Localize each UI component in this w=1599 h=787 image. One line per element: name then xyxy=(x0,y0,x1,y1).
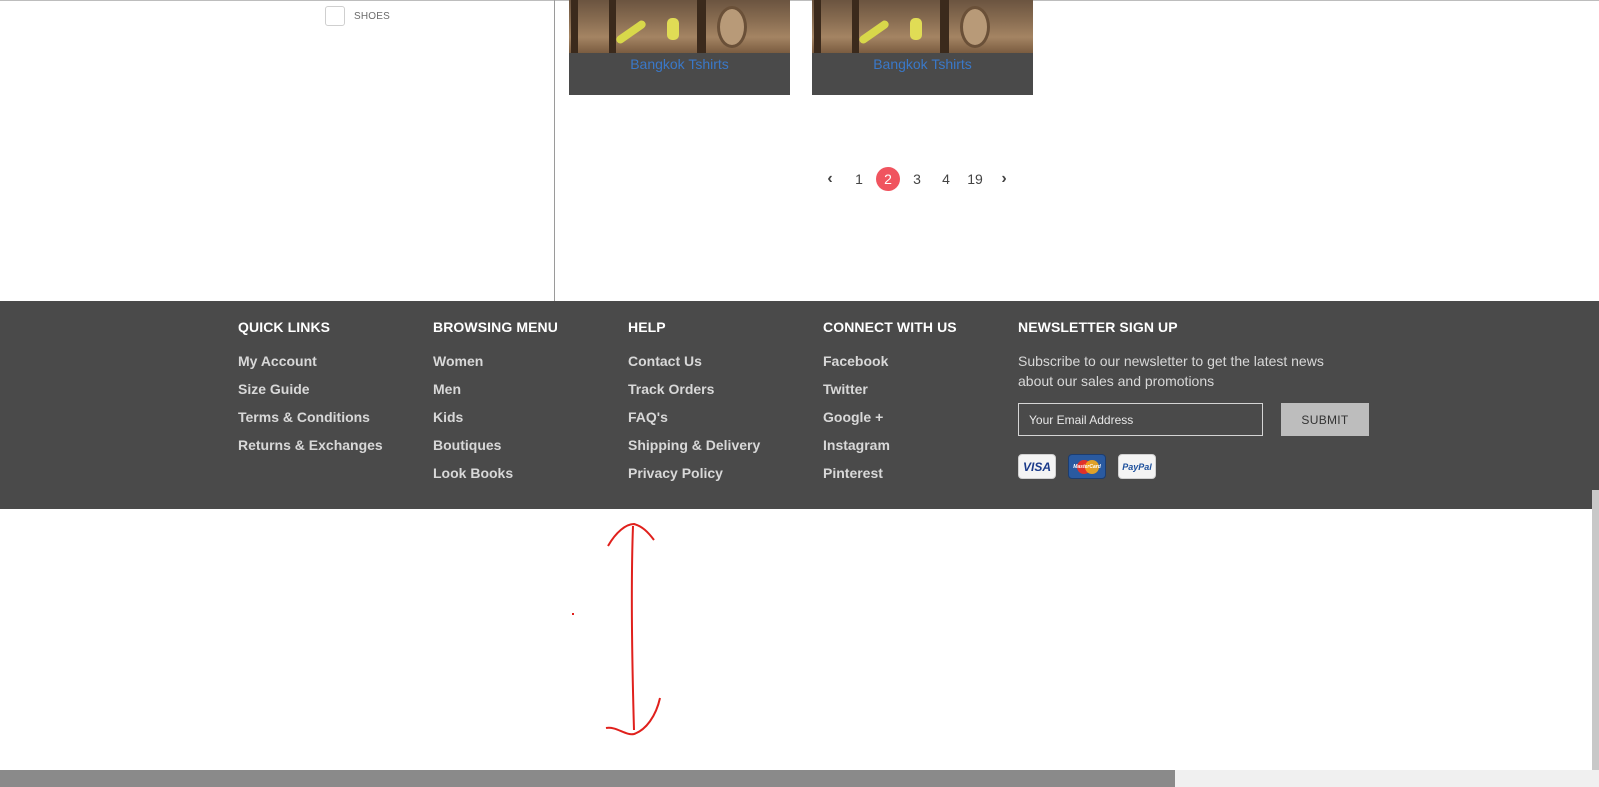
footer-browsing-menu: BROWSING MENU Women Men Kids Boutiques L… xyxy=(433,319,558,491)
footer-link-returns[interactable]: Returns & Exchanges xyxy=(238,435,383,463)
chevron-left-icon[interactable]: ‹ xyxy=(818,167,842,191)
footer-link-privacy[interactable]: Privacy Policy xyxy=(628,463,760,491)
product-card[interactable]: Bangkok Tshirts xyxy=(812,0,1033,95)
email-input[interactable] xyxy=(1018,403,1263,436)
filter-option-shoes[interactable]: SHOES xyxy=(325,6,390,26)
footer-link-google-plus[interactable]: Google + xyxy=(823,407,957,435)
payment-methods: VISA MasterCard PayPal xyxy=(1018,454,1369,479)
footer-link-facebook[interactable]: Facebook xyxy=(823,351,957,379)
footer-link-women[interactable]: Women xyxy=(433,351,558,379)
paypal-icon: PayPal xyxy=(1118,454,1156,479)
footer-heading: QUICK LINKS xyxy=(238,319,331,335)
footer-link-size-guide[interactable]: Size Guide xyxy=(238,379,383,407)
horizontal-scrollbar[interactable] xyxy=(0,770,1599,787)
site-footer: QUICK LINKS My Account Size Guide Terms … xyxy=(0,301,1599,509)
footer-link-shipping[interactable]: Shipping & Delivery xyxy=(628,435,760,463)
sidebar-divider xyxy=(554,0,555,301)
footer-heading: CONNECT WITH US xyxy=(823,319,957,335)
product-title[interactable]: Bangkok Tshirts xyxy=(569,56,790,72)
page-link-19[interactable]: 19 xyxy=(963,167,987,191)
double-headed-arrow-icon xyxy=(605,522,661,736)
footer-link-contact-us[interactable]: Contact Us xyxy=(628,351,760,379)
arrow-shaft xyxy=(630,525,635,731)
footer-heading: NEWSLETTER SIGN UP xyxy=(1018,319,1178,335)
footer-link-terms[interactable]: Terms & Conditions xyxy=(238,407,383,435)
footer-link-pinterest[interactable]: Pinterest xyxy=(823,463,957,491)
horizontal-scrollbar-thumb[interactable] xyxy=(0,770,1175,787)
footer-heading: HELP xyxy=(628,319,666,335)
newsletter-description: Subscribe to our newsletter to get the l… xyxy=(1018,353,1324,389)
pagination: ‹ 1 2 3 4 19 › xyxy=(818,167,1021,191)
footer-link-look-books[interactable]: Look Books xyxy=(433,463,558,491)
footer-link-track-orders[interactable]: Track Orders xyxy=(628,379,760,407)
footer-link-twitter[interactable]: Twitter xyxy=(823,379,957,407)
visa-icon: VISA xyxy=(1018,454,1056,479)
footer-connect: CONNECT WITH US Facebook Twitter Google … xyxy=(823,319,957,491)
newsletter-form: SUBMIT xyxy=(1018,403,1369,436)
mastercard-label: MasterCard xyxy=(1073,463,1101,470)
top-divider xyxy=(0,0,1599,1)
mastercard-icon: MasterCard xyxy=(1068,454,1106,479)
footer-link-faqs[interactable]: FAQ's xyxy=(628,407,760,435)
product-image[interactable] xyxy=(812,0,1033,53)
arrow-head-top xyxy=(607,522,655,547)
page-link-1[interactable]: 1 xyxy=(847,167,871,191)
footer-heading: BROWSING MENU xyxy=(433,319,558,335)
footer-link-boutiques[interactable]: Boutiques xyxy=(433,435,558,463)
footer-link-kids[interactable]: Kids xyxy=(433,407,558,435)
chevron-right-icon[interactable]: › xyxy=(992,167,1016,191)
footer-link-instagram[interactable]: Instagram xyxy=(823,435,957,463)
product-image[interactable] xyxy=(569,0,790,53)
annotation-dot xyxy=(572,613,574,615)
product-card[interactable]: Bangkok Tshirts xyxy=(569,0,790,95)
page: SHOES Bangkok Tshirts Bangkok Tshirts ‹ … xyxy=(0,0,1599,787)
filter-checkbox[interactable] xyxy=(325,6,345,26)
footer-link-my-account[interactable]: My Account xyxy=(238,351,383,379)
product-title[interactable]: Bangkok Tshirts xyxy=(812,56,1033,72)
page-link-2-current[interactable]: 2 xyxy=(876,167,900,191)
footer-newsletter: NEWSLETTER SIGN UP Subscribe to our news… xyxy=(1018,319,1369,479)
footer-quick-links: QUICK LINKS My Account Size Guide Terms … xyxy=(238,319,383,463)
page-link-4[interactable]: 4 xyxy=(934,167,958,191)
submit-button[interactable]: SUBMIT xyxy=(1281,403,1369,436)
page-link-3[interactable]: 3 xyxy=(905,167,929,191)
filter-label: SHOES xyxy=(354,10,391,22)
footer-link-men[interactable]: Men xyxy=(433,379,558,407)
footer-help: HELP Contact Us Track Orders FAQ's Shipp… xyxy=(628,319,760,491)
vertical-scrollbar[interactable] xyxy=(1592,490,1599,770)
